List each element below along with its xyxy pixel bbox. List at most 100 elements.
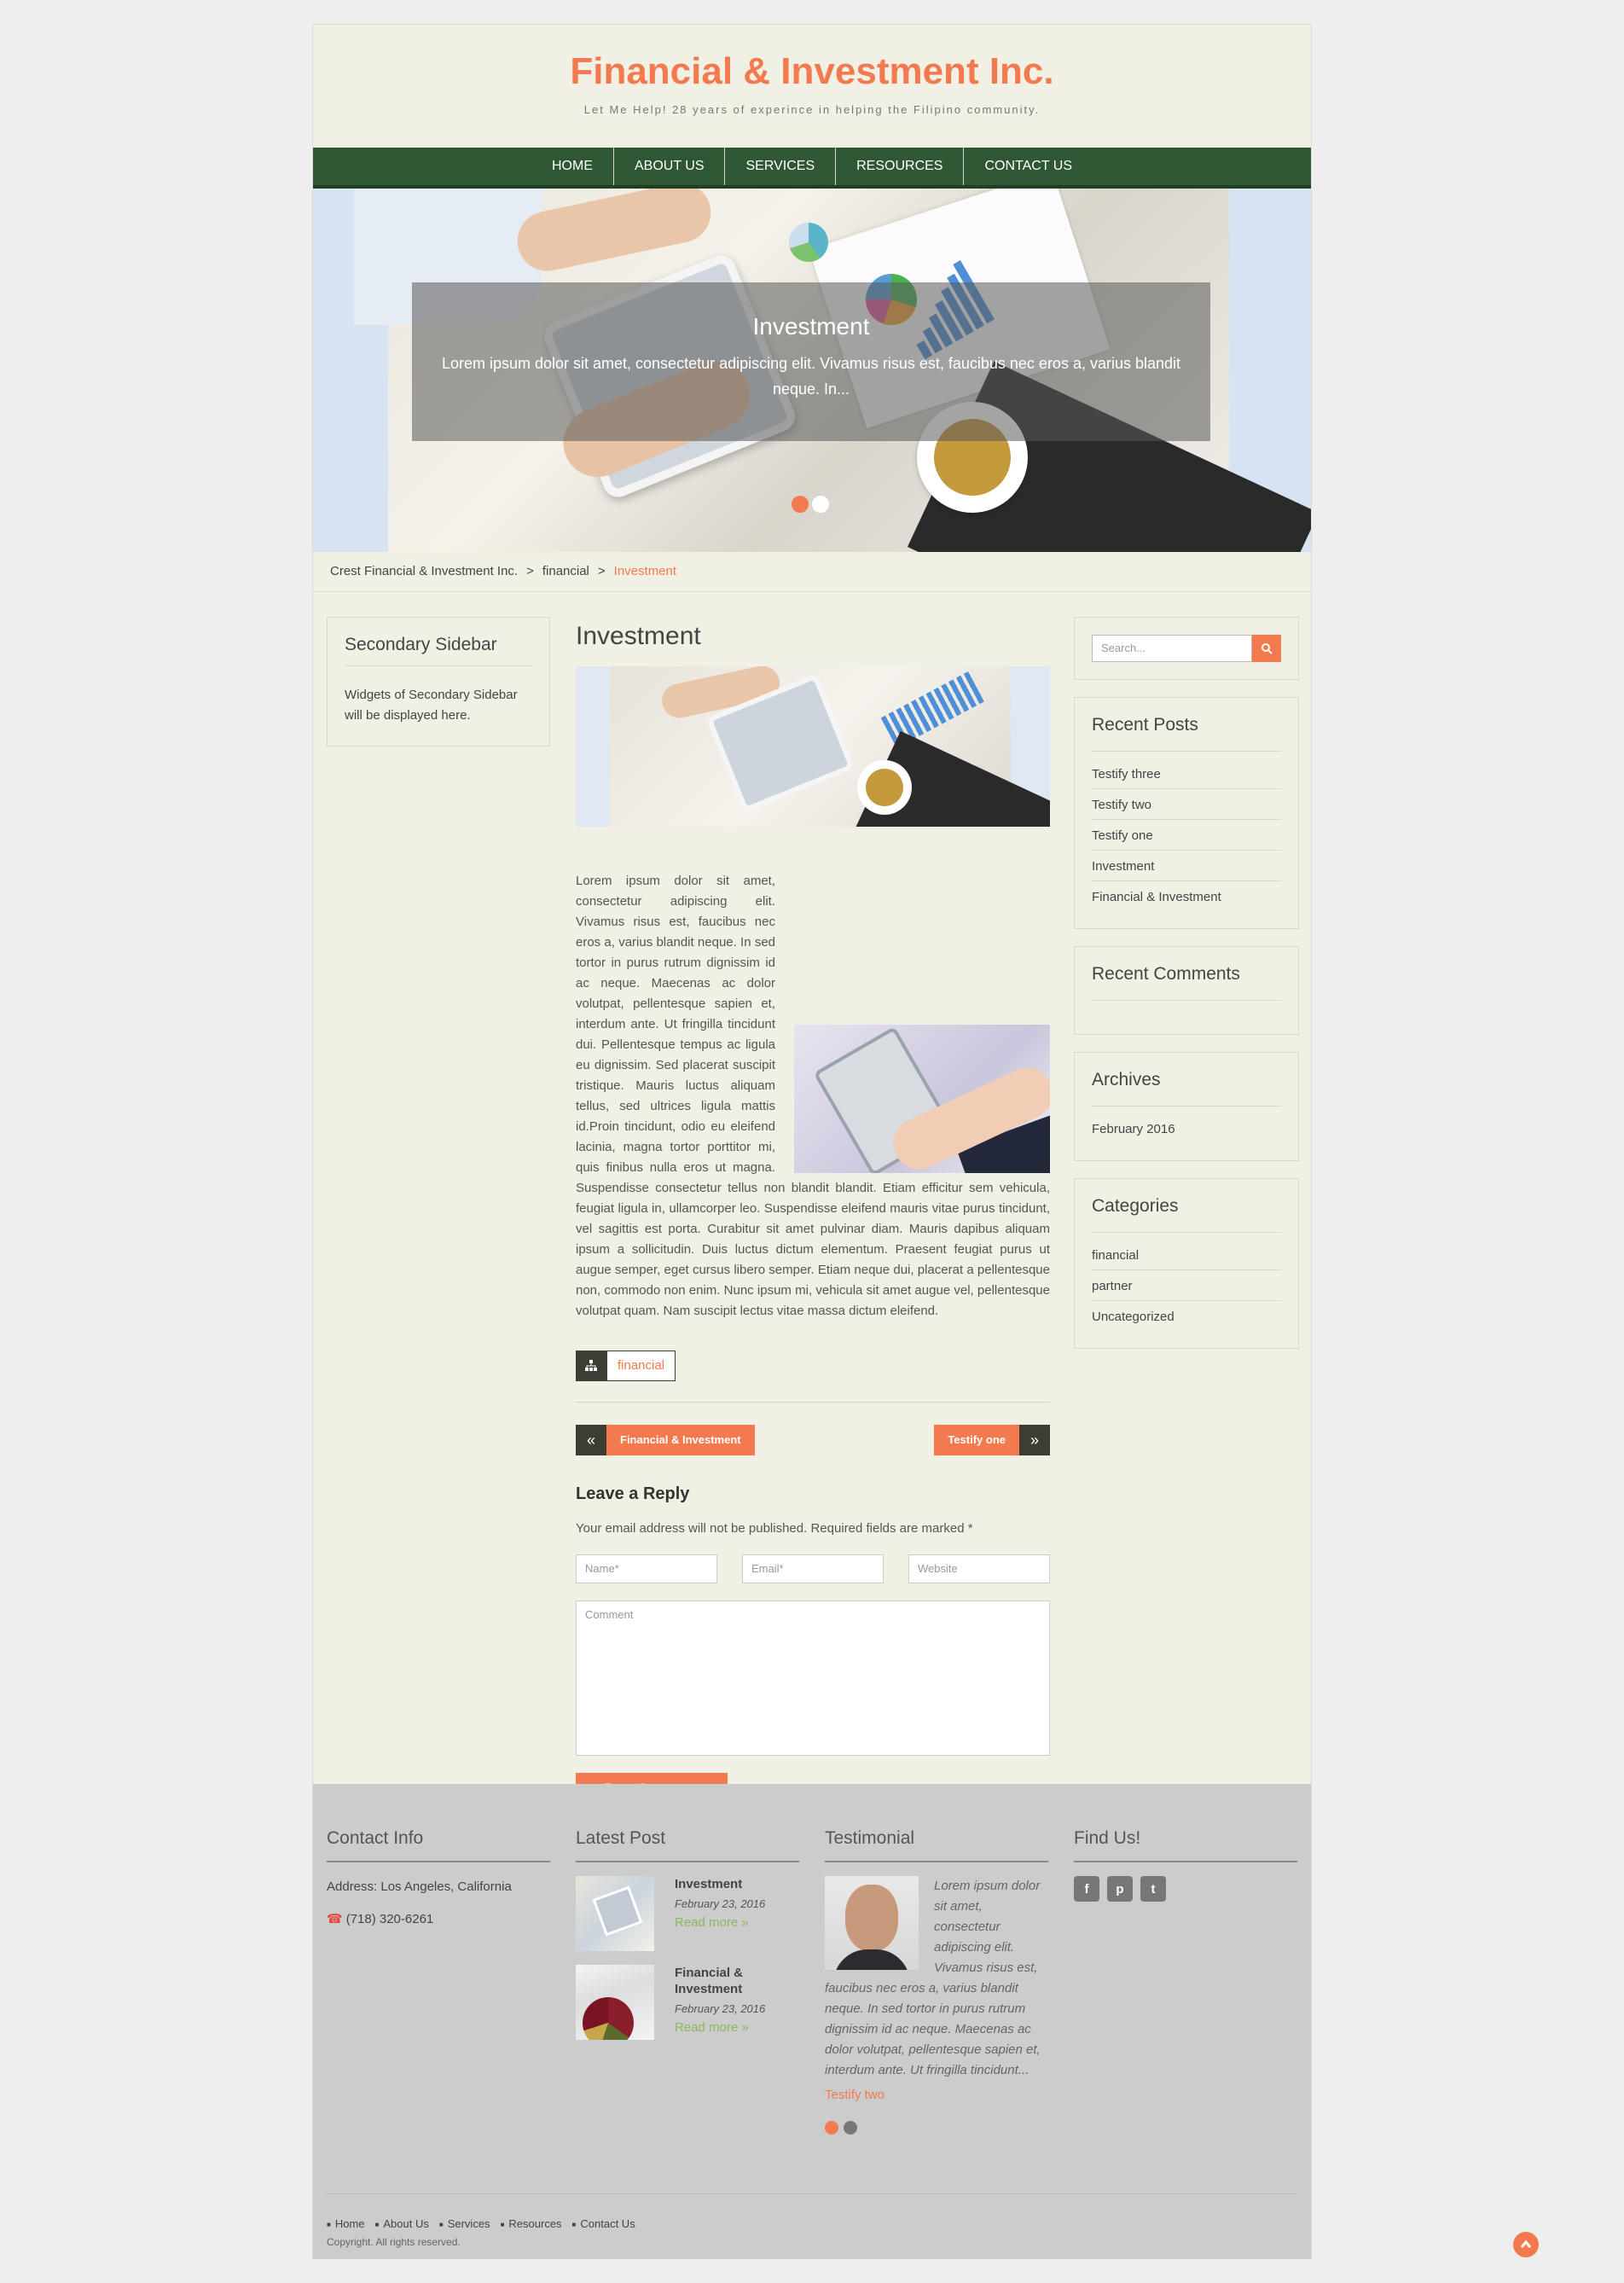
archive-link[interactable]: February 2016 <box>1092 1113 1281 1143</box>
nav-contact-us[interactable]: CONTACT US <box>964 148 1093 185</box>
comment-fields: Name* Email* Website <box>576 1554 1050 1583</box>
slider-dot-2[interactable] <box>812 496 829 513</box>
read-more-link[interactable]: Read more » <box>675 2020 786 2035</box>
next-post-label: Testify one <box>934 1425 1019 1455</box>
email-field[interactable]: Email* <box>742 1554 884 1583</box>
slider-dot-1[interactable] <box>792 496 809 513</box>
sitemap-icon <box>576 1351 606 1381</box>
prev-post-label: Financial & Investment <box>606 1425 755 1455</box>
calculator-image <box>794 1025 1050 1173</box>
footer-link-services[interactable]: Services <box>439 2217 490 2230</box>
testimonial-dot-1[interactable] <box>825 2121 838 2135</box>
primary-sidebar: Search... Recent Posts Testify three Tes… <box>1074 617 1299 1366</box>
footer-title: Latest Post <box>576 1828 799 1862</box>
divider <box>327 2193 1297 2194</box>
footer-menu: Home About Us Services Resources Contact… <box>327 2217 635 2230</box>
search-widget: Search... <box>1074 617 1299 680</box>
hero-slider[interactable]: Investment Lorem ipsum dolor sit amet, c… <box>313 189 1311 552</box>
search-icon <box>1262 643 1273 654</box>
post-thumbnail[interactable] <box>576 1876 654 1951</box>
post-navigation: « Financial & Investment Testify one » <box>576 1425 1050 1455</box>
widget-title: Recent Posts <box>1092 715 1281 752</box>
search-button[interactable] <box>1252 635 1281 662</box>
copyright: Copyright. All rights reserved. <box>327 2236 461 2248</box>
latest-post-date: February 23, 2016 <box>675 2002 766 2015</box>
site-title[interactable]: Financial & Investment Inc. <box>313 50 1311 93</box>
recent-posts-widget: Recent Posts Testify three Testify two T… <box>1074 697 1299 929</box>
recent-post-link[interactable]: Testify one <box>1092 820 1281 851</box>
footer-link-home[interactable]: Home <box>327 2217 365 2230</box>
breadcrumb-category[interactable]: financial <box>542 564 589 578</box>
nav-resources[interactable]: RESOURCES <box>836 148 965 185</box>
featured-image <box>576 666 1050 827</box>
main-nav: HOME ABOUT US SERVICES RESOURCES CONTACT… <box>313 148 1311 189</box>
prev-post-link[interactable]: « Financial & Investment <box>576 1425 755 1455</box>
recent-comments-widget: Recent Comments <box>1074 946 1299 1035</box>
breadcrumb-separator: > <box>597 564 606 578</box>
testimonial-author-link[interactable]: Testify two <box>825 2088 1048 2102</box>
breadcrumb: Crest Financial & Investment Inc. > financ… <box>330 564 676 578</box>
name-field[interactable]: Name* <box>576 1554 717 1583</box>
footer-title: Contact Info <box>327 1828 550 1862</box>
divider <box>576 1402 1050 1403</box>
divider <box>313 591 1311 592</box>
recent-post-link[interactable]: Investment <box>1092 851 1281 881</box>
slide-text: Lorem ipsum dolor sit amet, consectetur … <box>441 355 1181 398</box>
testimonial-pagination <box>825 2121 1048 2135</box>
breadcrumb-home[interactable]: Crest Financial & Investment Inc. <box>330 564 518 578</box>
slide-title[interactable]: Investment <box>412 313 1210 340</box>
facebook-icon[interactable]: f <box>1074 1876 1099 1902</box>
read-more-link[interactable]: Read more » <box>675 1915 786 1930</box>
categories-widget: Categories financial partner Uncategoriz… <box>1074 1178 1299 1349</box>
nav-home[interactable]: HOME <box>531 148 614 185</box>
phone-text: (718) 320-6261 <box>345 1912 434 1926</box>
next-post-link[interactable]: Testify one » <box>934 1425 1050 1455</box>
post-tags: financial <box>576 1351 1050 1381</box>
website-field[interactable]: Website <box>908 1554 1050 1583</box>
secondary-sidebar: Secondary Sidebar Widgets of Secondary S… <box>327 617 550 746</box>
footer-link-contact-us[interactable]: Contact Us <box>572 2217 635 2230</box>
footer-title: Find Us! <box>1074 1828 1297 1862</box>
post-title: Investment <box>576 622 701 650</box>
latest-post-title[interactable]: Financial & Investment <box>675 1965 786 1997</box>
phone-icon: ☎ <box>327 1912 343 1926</box>
breadcrumb-current: Investment <box>613 564 677 578</box>
latest-post-title[interactable]: Investment <box>675 1876 786 1892</box>
footer-title: Testimonial <box>825 1828 1048 1862</box>
site-footer: Contact Info Address: Los Angeles, Calif… <box>313 1784 1311 2259</box>
slider-pagination <box>792 496 829 513</box>
widget-title: Categories <box>1092 1196 1281 1233</box>
scroll-to-top-button[interactable] <box>1513 2232 1539 2257</box>
page-container: Financial & Investment Inc. Let Me Help!… <box>312 24 1312 2259</box>
search-input[interactable]: Search... <box>1092 635 1252 662</box>
nav-about-us[interactable]: ABOUT US <box>614 148 726 185</box>
footer-contact: Contact Info Address: Los Angeles, Calif… <box>327 1828 550 1926</box>
widget-title: Archives <box>1092 1070 1281 1107</box>
recent-post-link[interactable]: Testify two <box>1092 789 1281 820</box>
footer-testimonial: Testimonial Lorem ipsum dolor sit amet, … <box>825 1828 1048 2135</box>
comment-textarea[interactable]: Comment <box>576 1600 1050 1756</box>
testimonial-block: Lorem ipsum dolor sit amet, consectetur … <box>825 1876 1048 2081</box>
recent-post-link[interactable]: Testify three <box>1092 758 1281 789</box>
category-tag-link[interactable]: financial <box>606 1351 676 1381</box>
address-text: Address: Los Angeles, California <box>327 1879 512 1894</box>
footer-link-about-us[interactable]: About Us <box>375 2217 428 2230</box>
foursquare-icon[interactable]: p <box>1107 1876 1133 1902</box>
widget-title: Recent Comments <box>1092 964 1281 1001</box>
recent-post-link[interactable]: Financial & Investment <box>1092 881 1281 911</box>
post-thumbnail[interactable] <box>576 1965 654 2040</box>
avatar <box>825 1876 919 1970</box>
breadcrumb-separator: > <box>526 564 534 578</box>
twitter-icon[interactable]: t <box>1140 1876 1166 1902</box>
footer-social: Find Us! f p t <box>1074 1828 1297 1902</box>
phone-line: ☎ (718) 320-6261 <box>327 1911 550 1926</box>
double-chevron-left-icon: « <box>576 1425 606 1455</box>
category-link[interactable]: Uncategorized <box>1092 1301 1281 1331</box>
footer-link-resources[interactable]: Resources <box>501 2217 561 2230</box>
category-link[interactable]: financial <box>1092 1240 1281 1270</box>
latest-post-item: Financial & Investment February 23, 2016… <box>576 1965 799 2040</box>
nav-services[interactable]: SERVICES <box>725 148 837 185</box>
site-tagline: Let Me Help! 28 years of experince in he… <box>583 103 1041 116</box>
category-link[interactable]: partner <box>1092 1270 1281 1301</box>
testimonial-dot-2[interactable] <box>844 2121 857 2135</box>
